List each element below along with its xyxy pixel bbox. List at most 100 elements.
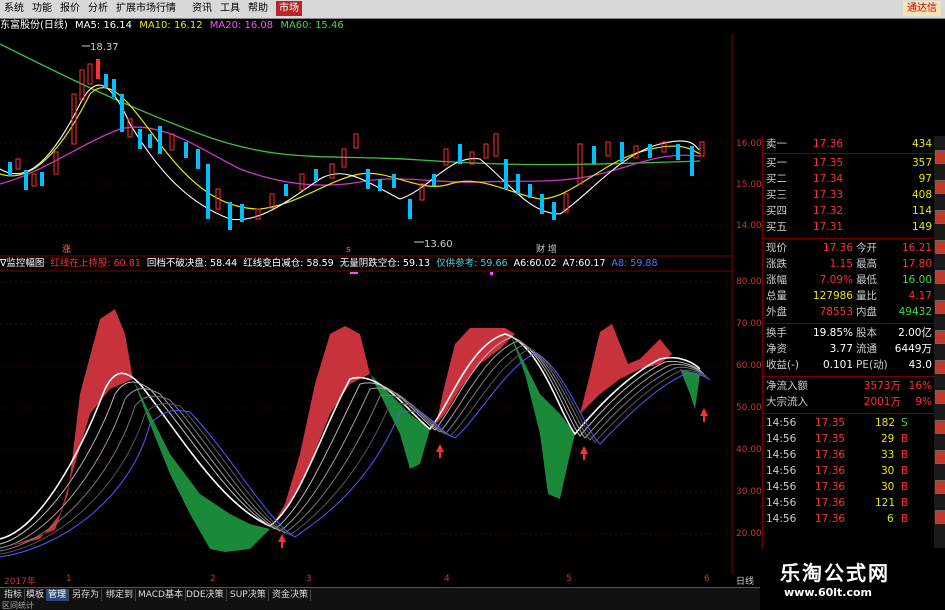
- toolbar-icon[interactable]: [935, 420, 945, 434]
- tab-bind-to[interactable]: 绑定到: [104, 589, 137, 601]
- toolbar-icon[interactable]: [935, 150, 945, 164]
- menu-item-tools[interactable]: 工具: [220, 2, 240, 15]
- toolbar-icon[interactable]: [935, 510, 945, 524]
- tick-price: 17.36: [815, 481, 846, 493]
- toolbar-icon[interactable]: [935, 450, 945, 464]
- marker-right: 财 增: [536, 243, 557, 255]
- menu-item-function[interactable]: 功能: [32, 2, 52, 15]
- toolbar-icon[interactable]: [935, 180, 945, 194]
- menu-item-quote[interactable]: 报价: [60, 2, 80, 15]
- watermark-title: 乐淘公式网: [780, 561, 890, 585]
- tick-vol: 121: [875, 497, 896, 509]
- ma60-value: MA60: 15.46: [280, 20, 344, 31]
- stat-label: 净资: [766, 343, 787, 355]
- toolbar-icon[interactable]: [935, 480, 945, 494]
- stat-label: 最低: [856, 274, 877, 286]
- buy5-row: 买五 17.31 149: [763, 220, 935, 235]
- tab-indicator[interactable]: 指标: [2, 589, 26, 601]
- candles: [8, 59, 705, 230]
- buy3-price: 17.33: [812, 189, 843, 201]
- stat-label: 内盘: [856, 306, 877, 318]
- tick-row: 14:56 17.35 182 S: [763, 416, 935, 431]
- stat-label: 外盘: [766, 306, 787, 318]
- stat-value: 78553: [819, 306, 853, 318]
- toolbar-icon[interactable]: [935, 240, 945, 254]
- stat-row: 外盘 78553 内盘 49432: [763, 305, 935, 320]
- tab-sup[interactable]: SUP决策: [228, 589, 269, 601]
- tab-template[interactable]: 模板: [24, 589, 48, 601]
- tick-time: 14:56: [766, 465, 797, 477]
- stat-label: 现价: [766, 242, 787, 254]
- menu-item-market[interactable]: 市场: [276, 1, 302, 16]
- s5-label: 仅供参考:: [436, 258, 478, 269]
- ind-tick: 20.00: [736, 529, 762, 539]
- menu-item-help[interactable]: 帮助: [248, 2, 268, 15]
- time-axis: 2017年 1 2 3 4 5 6 日线: [0, 574, 760, 587]
- menu-item-news[interactable]: 资讯: [192, 2, 212, 15]
- stat-row: 总量 127986 量比 4.17: [763, 289, 935, 304]
- toolbar-icon[interactable]: [935, 300, 945, 314]
- buy-arrows: [278, 408, 708, 548]
- toolbar-icon[interactable]: [935, 360, 945, 374]
- tick-vol: 29: [881, 433, 895, 445]
- time-label: 2017年: [4, 577, 36, 587]
- toolbar-icon[interactable]: [935, 210, 945, 224]
- toolbar-icon[interactable]: [935, 390, 945, 404]
- tick-side: S: [901, 417, 908, 429]
- tab-macd[interactable]: MACD基本: [136, 589, 186, 601]
- tick-row: 14:56 17.36 33 B: [763, 448, 935, 463]
- stat2-row: 净资 3.77 流通 6449万: [763, 342, 935, 357]
- watermark-url: www.60lt.com: [784, 586, 873, 599]
- stat-label: 流通: [856, 343, 877, 355]
- menu-item-analysis[interactable]: 分析: [88, 2, 108, 15]
- buy4-vol: 114: [911, 205, 932, 217]
- menu-item-system[interactable]: 系统: [4, 2, 24, 15]
- buy1-vol: 357: [911, 157, 932, 169]
- buy4-price: 17.32: [812, 205, 843, 217]
- tab-save-as[interactable]: 另存为: [70, 589, 103, 601]
- buy4-row: 买四 17.32 114: [763, 204, 935, 219]
- tab-fund[interactable]: 资金决策: [270, 589, 312, 601]
- toolbar-icon[interactable]: [935, 330, 945, 344]
- top-markers: [350, 272, 493, 275]
- stat-label: 最高: [856, 258, 877, 270]
- buy1-label: 买一: [766, 157, 787, 169]
- stock-name[interactable]: 东富股份(日线): [0, 20, 68, 31]
- tab-dde[interactable]: DDE决策: [184, 589, 227, 601]
- indicator-name[interactable]: ∇监控幅图: [0, 258, 44, 269]
- period-label[interactable]: 日线: [736, 574, 754, 587]
- tick-time: 14:56: [766, 481, 797, 493]
- tick-price: 17.36: [815, 497, 846, 509]
- a6-value: A6:60.02: [513, 258, 557, 269]
- time-label: 6: [704, 574, 710, 584]
- stat-value: 49432: [898, 306, 932, 318]
- stat-value: 43.0: [908, 359, 932, 371]
- tab-manage[interactable]: 管理: [46, 589, 70, 601]
- buy2-vol: 97: [918, 173, 932, 185]
- buy5-price: 17.31: [812, 221, 843, 233]
- time-label: 1: [66, 574, 72, 584]
- chart-area[interactable]: 18.37 13.60 涨 s 财 增: [0, 34, 733, 574]
- tick-vol: 182: [875, 417, 896, 429]
- stat-row: 涨跌 1.15 最高 17.80: [763, 257, 935, 272]
- toolbar-icon[interactable]: [935, 270, 945, 284]
- tick-price: 17.36: [815, 449, 846, 461]
- tick-vol: 6: [887, 513, 894, 525]
- ma-legend-bar: 东富股份(日线) MA5: 16.14 MA10: 16.12 MA20: 16…: [0, 19, 348, 33]
- s4-value: 59.13: [402, 258, 431, 269]
- stat-row: 涨幅 7.09% 最低 16.00: [763, 273, 935, 288]
- stat-label: 涨幅: [766, 274, 787, 286]
- s1-label: 红线在上持股:: [50, 258, 111, 269]
- stat-value: 16.21: [901, 242, 932, 254]
- stat-value: 17.36: [822, 242, 853, 254]
- flow-label: 大宗流入: [766, 396, 808, 408]
- menu-item-ext-market[interactable]: 扩展市场行情: [116, 2, 176, 15]
- a8-label: A8:: [611, 258, 628, 269]
- flow-pct: 16%: [908, 380, 932, 392]
- price-tick: 15.00: [736, 180, 762, 190]
- buy3-row: 买三 17.33 408: [763, 188, 935, 203]
- s3-value: 58.59: [306, 258, 334, 269]
- stat-label: 今开: [856, 242, 877, 254]
- price-tick: 14.00: [736, 221, 762, 231]
- s3-label: 红线变白减仓:: [243, 258, 304, 269]
